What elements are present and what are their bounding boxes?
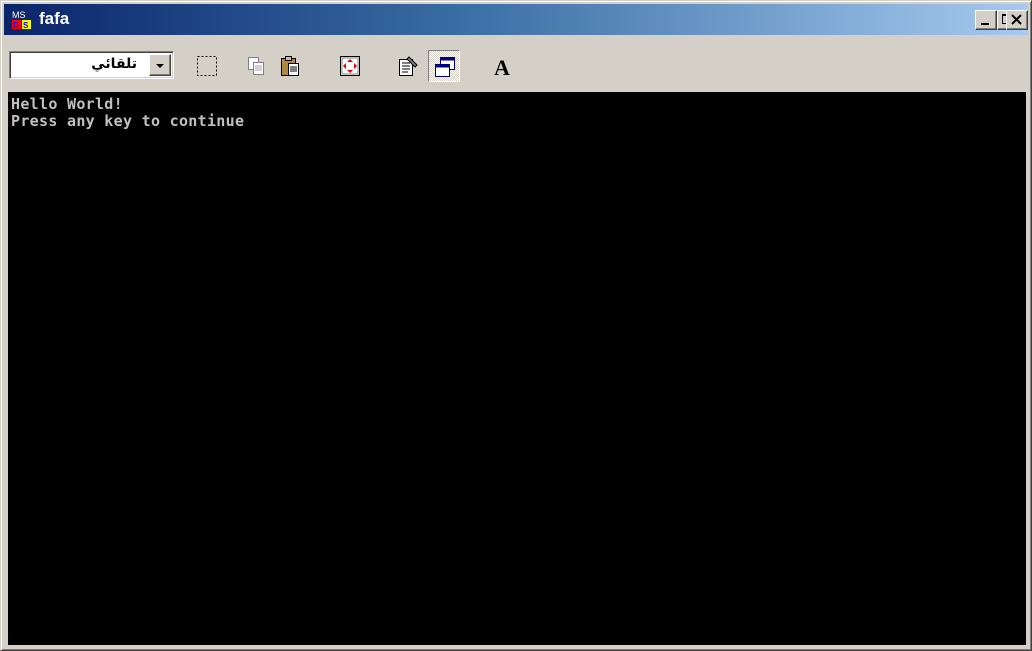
title-bar[interactable]: MS D S fafa xyxy=(4,4,1028,35)
window-title: fafa xyxy=(39,9,70,28)
full-screen-icon xyxy=(340,56,360,76)
close-icon xyxy=(1011,14,1022,25)
close-button[interactable] xyxy=(1006,10,1028,30)
full-screen-button[interactable] xyxy=(334,50,366,82)
properties-button[interactable] xyxy=(392,50,424,82)
chevron-down-icon xyxy=(156,64,164,68)
console-line: Press any key to continue xyxy=(11,112,245,130)
console-line: Hello World! xyxy=(11,95,123,113)
properties-icon xyxy=(399,56,418,76)
copy-button[interactable] xyxy=(240,50,272,82)
console-window: MS D S fafa تلقائي A Hello World! Press … xyxy=(0,0,1032,651)
svg-text:S: S xyxy=(23,21,29,30)
console-toolbar: تلقائي A xyxy=(4,37,1028,91)
background-button[interactable] xyxy=(428,50,460,82)
font-icon: A xyxy=(494,55,510,79)
font-size-value: تلقائي xyxy=(91,56,137,72)
font-button[interactable]: A xyxy=(487,50,519,82)
font-size-select[interactable]: تلقائي xyxy=(9,51,174,79)
mark-button[interactable] xyxy=(191,50,223,82)
minimize-button[interactable] xyxy=(975,10,997,30)
paste-icon xyxy=(281,56,299,76)
copy-icon xyxy=(248,57,264,75)
minimize-icon xyxy=(981,23,989,25)
paste-button[interactable] xyxy=(274,50,306,82)
mark-icon xyxy=(197,56,217,76)
font-button-label: A xyxy=(494,55,510,79)
ms-dos-icon: MS D S xyxy=(12,10,31,30)
console-output[interactable]: Hello World! Press any key to continue xyxy=(8,92,1026,645)
dropdown-button[interactable] xyxy=(149,54,171,76)
svg-text:MS: MS xyxy=(12,10,26,20)
background-icon xyxy=(435,57,455,77)
svg-text:D: D xyxy=(13,21,19,30)
